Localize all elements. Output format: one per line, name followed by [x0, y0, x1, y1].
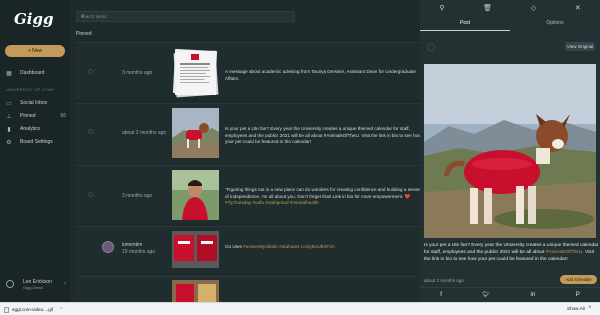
- sidebar-item-label: Pinned: [20, 113, 36, 119]
- post-text: "Figuring things out in a new place can …: [225, 187, 420, 205]
- new-button[interactable]: + New: [5, 45, 65, 57]
- post-thumbnail: [172, 231, 219, 268]
- app-logo[interactable]: Gigg: [14, 10, 54, 28]
- twitter-icon[interactable]: 🐦︎: [482, 291, 490, 298]
- sidebar-item-pinned[interactable]: ⊥ Pinned 66: [6, 111, 66, 121]
- list-item[interactable]: 3 months ago "Figuring things out in a n…: [76, 165, 420, 223]
- chevron-up-icon[interactable]: ⌃: [59, 307, 63, 313]
- list-item[interactable]: [76, 276, 420, 302]
- view-original-button[interactable]: View Original: [565, 42, 595, 51]
- select-checkbox[interactable]: [88, 69, 93, 74]
- close-icon[interactable]: ✕: [575, 4, 581, 12]
- post-hashtags: #universityofutah #utahutes t.co/y9UUbXF…: [243, 244, 335, 249]
- file-icon: [4, 306, 9, 313]
- pin-icon: ⊥: [6, 113, 12, 120]
- item-time: 15 months ago: [122, 249, 156, 255]
- panel-toolbar: ⚲ 🗑 ◇ ✕: [420, 0, 600, 16]
- download-bar: eggl.com-video....gif ⌃ Show All ×: [0, 302, 600, 315]
- avatar: [102, 241, 114, 253]
- panel-tabs: Post Options: [420, 17, 600, 31]
- chevron-right-icon: ›: [64, 281, 66, 287]
- post-thumbnail: [172, 48, 219, 98]
- tab-post[interactable]: Post: [420, 17, 510, 31]
- grid-icon: ▦: [6, 70, 12, 77]
- post-thumbnail: [172, 170, 219, 220]
- post-text: Go Utes #universityofutah #utahutes t.co…: [225, 244, 335, 249]
- post-hashtags: #TipTuesday #uofu #utahproud #mentalheal…: [225, 200, 319, 205]
- pin-icon[interactable]: ⚲: [439, 4, 444, 12]
- pinterest-icon[interactable]: P: [576, 292, 580, 298]
- gear-icon: ⚙: [6, 139, 12, 146]
- sidebar: Gigg + New ▦ Dashboard UNIVERSITY OF UTA…: [0, 0, 70, 302]
- linkedin-icon[interactable]: in: [531, 292, 536, 298]
- sidebar-item-label: Board Settings: [20, 139, 53, 145]
- sidebar-item-dashboard[interactable]: ▦ Dashboard: [6, 68, 66, 78]
- pinned-count: 66: [60, 113, 66, 119]
- list-item[interactable]: 3 months ago A message about academic ad…: [76, 42, 420, 99]
- facebook-icon[interactable]: f: [440, 292, 442, 298]
- inbox-icon: ▭: [6, 100, 12, 107]
- sidebar-item-board-settings[interactable]: ⚙ Board Settings: [6, 137, 66, 147]
- user-menu[interactable]: Leo Erickson Gigg Demo ›: [6, 277, 66, 291]
- sidebar-item-label: Social Inbox: [20, 100, 48, 106]
- show-all-button[interactable]: Show All: [567, 306, 585, 311]
- close-icon[interactable]: ×: [588, 305, 592, 311]
- post-thumbnail: [172, 280, 219, 302]
- chart-icon: ▮: [7, 126, 11, 133]
- item-time: about 2 months ago: [122, 130, 167, 136]
- select-checkbox[interactable]: [88, 129, 93, 134]
- search-icon[interactable]: ⌕: [81, 13, 290, 20]
- user-icon: [6, 280, 14, 288]
- list-item[interactable]: lomentim 15 months ago Go Utes #universi…: [76, 226, 420, 273]
- post-text: A message about academic advising from T…: [225, 69, 416, 81]
- item-time: 3 months ago: [122, 70, 153, 76]
- sidebar-item-social-inbox[interactable]: ▭ Social Inbox: [6, 98, 66, 108]
- post-thumbnail: [172, 108, 219, 158]
- sidebar-section-label: UNIVERSITY OF UTAH: [6, 87, 54, 92]
- item-author: lomentim: [122, 242, 143, 248]
- sidebar-item-analytics[interactable]: ▮ Analytics: [6, 124, 66, 134]
- tab-options[interactable]: Options: [510, 17, 600, 31]
- caption-hashtag: #AnimalsOfTheU: [545, 250, 583, 255]
- schedule-button[interactable]: Add Schedule: [560, 275, 597, 284]
- post-time: about 2 months ago: [424, 278, 464, 283]
- post-text: Is your pet a Ute fan? Every year the Un…: [225, 126, 420, 144]
- page-title: Pinned: [76, 31, 92, 37]
- sidebar-item-label: Dashboard: [20, 70, 45, 76]
- list-item[interactable]: about 2 months ago Is your pet a Ute fan…: [76, 103, 420, 162]
- user-name: Leo Erickson: [23, 278, 52, 285]
- download-filename: eggl.com-video....gif: [12, 307, 54, 312]
- download-item[interactable]: eggl.com-video....gif ⌃: [4, 305, 63, 314]
- social-share-bar: f 🐦︎ in P: [420, 287, 600, 301]
- trash-icon[interactable]: 🗑: [483, 4, 492, 12]
- avatar: [427, 43, 435, 51]
- tag-icon[interactable]: ◇: [531, 4, 536, 12]
- post-detail-panel: ⚲ 🗑 ◇ ✕ Post Options View Original Is yo…: [420, 0, 600, 302]
- main-content: search items ⌕ Pinned 3 months ago A mes…: [70, 0, 420, 302]
- post-caption: Is your pet a Ute fan? Every year the Un…: [424, 243, 599, 262]
- select-checkbox[interactable]: [88, 192, 93, 197]
- post-image[interactable]: [424, 64, 596, 238]
- user-org: Gigg Demo: [23, 284, 44, 290]
- item-time: 3 months ago: [122, 193, 153, 199]
- search-input[interactable]: search items ⌕: [76, 11, 295, 22]
- sidebar-item-label: Analytics: [20, 126, 41, 132]
